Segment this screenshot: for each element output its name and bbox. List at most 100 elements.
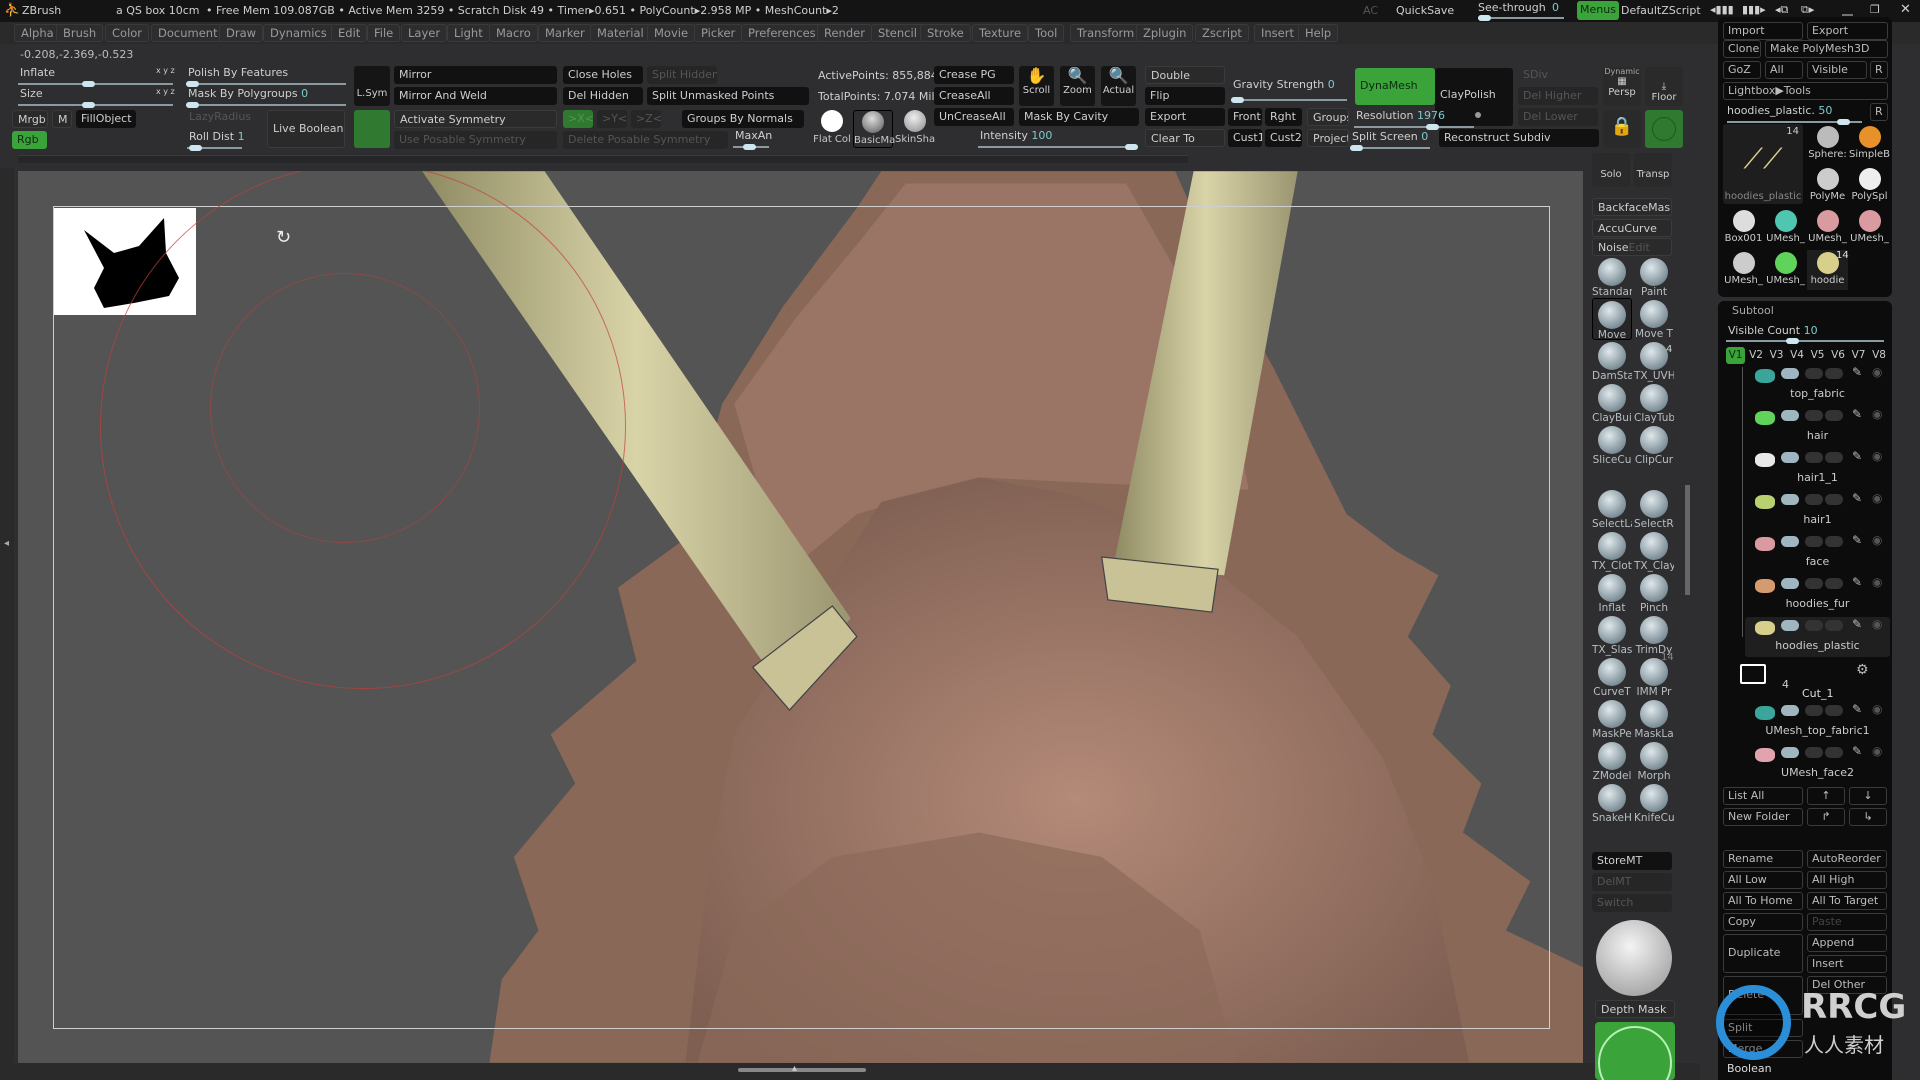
subtool-item[interactable]: ✎ ◉ UMesh_top_fabric1 bbox=[1745, 702, 1890, 742]
tool-thumb[interactable]: Box001 bbox=[1723, 208, 1764, 248]
brush-inflat[interactable]: Inflat bbox=[1592, 572, 1632, 614]
brush-edit-icon[interactable]: ✎ bbox=[1852, 533, 1862, 547]
tool-thumb[interactable]: UMesh_ bbox=[1723, 250, 1764, 290]
subtool-item[interactable]: ✎ ◉ face bbox=[1745, 533, 1890, 573]
menu-stroke[interactable]: Stroke bbox=[920, 24, 971, 42]
live-boolean-button[interactable]: Live Boolean bbox=[267, 110, 345, 148]
polypaint-toggle-icon[interactable] bbox=[1781, 536, 1799, 547]
menu-zscript[interactable]: Zscript bbox=[1195, 24, 1249, 42]
solo-dot-icon[interactable] bbox=[1825, 620, 1843, 631]
brush-curvet[interactable]: CurveT bbox=[1592, 656, 1632, 698]
visible-count-slider[interactable]: Visible Count 10 bbox=[1726, 321, 1886, 344]
left-tray[interactable]: ◂ bbox=[0, 168, 14, 1063]
polypaint-toggle-icon[interactable] bbox=[1781, 452, 1799, 463]
accucurve-button[interactable]: AccuCurve bbox=[1592, 219, 1672, 237]
solo-dot-icon[interactable] bbox=[1825, 747, 1843, 758]
version-v2[interactable]: V2 bbox=[1747, 347, 1766, 364]
version-v6[interactable]: V6 bbox=[1829, 347, 1848, 364]
quicksave-button[interactable]: QuickSave bbox=[1396, 4, 1454, 17]
solo-dot-icon[interactable] bbox=[1825, 705, 1843, 716]
all-low-button[interactable]: All Low bbox=[1723, 871, 1803, 889]
brush-claytub[interactable]: ClayTub bbox=[1634, 382, 1674, 424]
polypaint-toggle-icon[interactable] bbox=[1781, 747, 1799, 758]
rename-button[interactable]: Rename bbox=[1723, 850, 1803, 868]
eye-icon[interactable]: ◉ bbox=[1872, 449, 1882, 463]
polypaint-toggle-icon[interactable] bbox=[1781, 620, 1799, 631]
switch-button[interactable]: Switch bbox=[1592, 894, 1672, 912]
menu-insert[interactable]: Insert bbox=[1254, 24, 1301, 42]
menu-movie[interactable]: Movie bbox=[647, 24, 696, 42]
menu-alpha[interactable]: Alpha bbox=[14, 24, 61, 42]
tool-thumb[interactable]: PolyMe bbox=[1807, 166, 1848, 206]
visibility-dot-icon[interactable] bbox=[1805, 536, 1823, 547]
layout-right-icon[interactable]: ⧉▸ bbox=[1801, 3, 1814, 17]
claypolish-button[interactable]: ClayPolish bbox=[1435, 68, 1513, 126]
menu-help[interactable]: Help bbox=[1298, 24, 1339, 42]
version-v3[interactable]: V3 bbox=[1767, 347, 1786, 364]
eye-icon[interactable]: ◉ bbox=[1872, 407, 1882, 421]
solo-dot-icon[interactable] bbox=[1825, 578, 1843, 589]
brush-edit-icon[interactable]: ✎ bbox=[1852, 407, 1862, 421]
eye-icon[interactable]: ◉ bbox=[1872, 533, 1882, 547]
intensity-slider[interactable]: Intensity 100 bbox=[978, 129, 1140, 150]
import-button[interactable]: Import bbox=[1723, 22, 1803, 40]
subtool-item[interactable]: ✎ ◉ hoodies_fur bbox=[1745, 575, 1890, 615]
visibility-dot-icon[interactable] bbox=[1805, 620, 1823, 631]
visibility-dot-icon[interactable] bbox=[1805, 578, 1823, 589]
mirror-button[interactable]: Mirror bbox=[394, 66, 557, 84]
material-flat-color[interactable]: Flat Col bbox=[812, 110, 852, 148]
tool-thumb[interactable]: UMesh_ bbox=[1765, 250, 1806, 290]
bottom-tray-handle[interactable] bbox=[738, 1068, 866, 1072]
polypaint-toggle-icon[interactable] bbox=[1781, 494, 1799, 505]
brush-clipcur[interactable]: ClipCur bbox=[1634, 424, 1674, 466]
brush-pinch[interactable]: Pinch bbox=[1634, 572, 1674, 614]
folder-icon[interactable] bbox=[1740, 664, 1766, 684]
split-hidden-button[interactable]: Split Hidden bbox=[647, 66, 717, 84]
menu-texture[interactable]: Texture bbox=[972, 24, 1029, 42]
menu-color[interactable]: Color bbox=[105, 24, 150, 42]
brush-maskla[interactable]: MaskLa bbox=[1634, 698, 1674, 740]
version-v8[interactable]: V8 bbox=[1870, 347, 1889, 364]
subtool-title[interactable]: Subtool bbox=[1732, 304, 1774, 317]
crease-all-button[interactable]: CreaseAll bbox=[934, 87, 1014, 105]
backface-mask-button[interactable]: BackfaceMask bbox=[1592, 198, 1672, 216]
transp-button[interactable]: Transp bbox=[1634, 153, 1672, 187]
zoom-button[interactable]: 🔍 Zoom bbox=[1060, 66, 1095, 106]
make-polymesh-button[interactable]: Make PolyMesh3D bbox=[1765, 40, 1888, 58]
resolution-slider[interactable]: Resolution 1976 bbox=[1354, 109, 1474, 130]
mirror-and-weld-button[interactable]: Mirror And Weld bbox=[394, 87, 557, 105]
version-v4[interactable]: V4 bbox=[1788, 347, 1807, 364]
restore-icon[interactable]: ❐ bbox=[1870, 3, 1880, 16]
minimize-icon[interactable]: ⎽ bbox=[1842, 3, 1853, 17]
polypaint-toggle-icon[interactable] bbox=[1781, 578, 1799, 589]
project-button[interactable]: Project bbox=[1307, 129, 1349, 147]
dynamesh-button[interactable]: DynaMesh bbox=[1355, 68, 1435, 105]
material-basic[interactable]: BasicMa bbox=[853, 110, 895, 148]
polypaint-toggle-icon[interactable] bbox=[1781, 368, 1799, 379]
gizmo-toggle-icon[interactable] bbox=[1645, 110, 1683, 148]
all-high-button[interactable]: All High bbox=[1807, 871, 1887, 889]
menu-layer[interactable]: Layer bbox=[401, 24, 448, 42]
scroll-button[interactable]: ✋ Scroll bbox=[1019, 66, 1054, 106]
polish-by-features-slider[interactable]: Polish By Features bbox=[186, 66, 350, 87]
symmetry-y-toggle[interactable]: >Y< bbox=[597, 110, 627, 128]
use-posable-symmetry-button[interactable]: Use Posable Symmetry bbox=[394, 131, 557, 149]
menu-marker[interactable]: Marker bbox=[538, 24, 592, 42]
brush-move[interactable]: Move bbox=[1592, 298, 1632, 340]
symmetry-toggle-icon[interactable] bbox=[354, 110, 390, 148]
subtool-item[interactable]: ✎ ◉ UMesh_face2 bbox=[1745, 744, 1890, 784]
menu-light[interactable]: Light bbox=[447, 24, 490, 42]
solo-dot-icon[interactable] bbox=[1825, 536, 1843, 547]
right-button[interactable]: Rght bbox=[1265, 108, 1302, 126]
brush-scrollbar[interactable] bbox=[1685, 485, 1690, 595]
symmetry-z-toggle[interactable]: >Z< bbox=[631, 110, 661, 128]
menu-picker[interactable]: Picker bbox=[694, 24, 743, 42]
groups-button[interactable]: Groups bbox=[1307, 108, 1349, 126]
brush-edit-icon[interactable]: ✎ bbox=[1852, 702, 1862, 716]
brush-edit-icon[interactable]: ✎ bbox=[1852, 617, 1862, 631]
solo-button[interactable]: Solo bbox=[1592, 153, 1630, 187]
eye-icon[interactable]: ◉ bbox=[1872, 575, 1882, 589]
lazy-radius-slider[interactable]: LazyRadius bbox=[187, 110, 251, 128]
menu-stencil[interactable]: Stencil bbox=[871, 24, 924, 42]
new-folder-button[interactable]: New Folder bbox=[1723, 808, 1803, 826]
